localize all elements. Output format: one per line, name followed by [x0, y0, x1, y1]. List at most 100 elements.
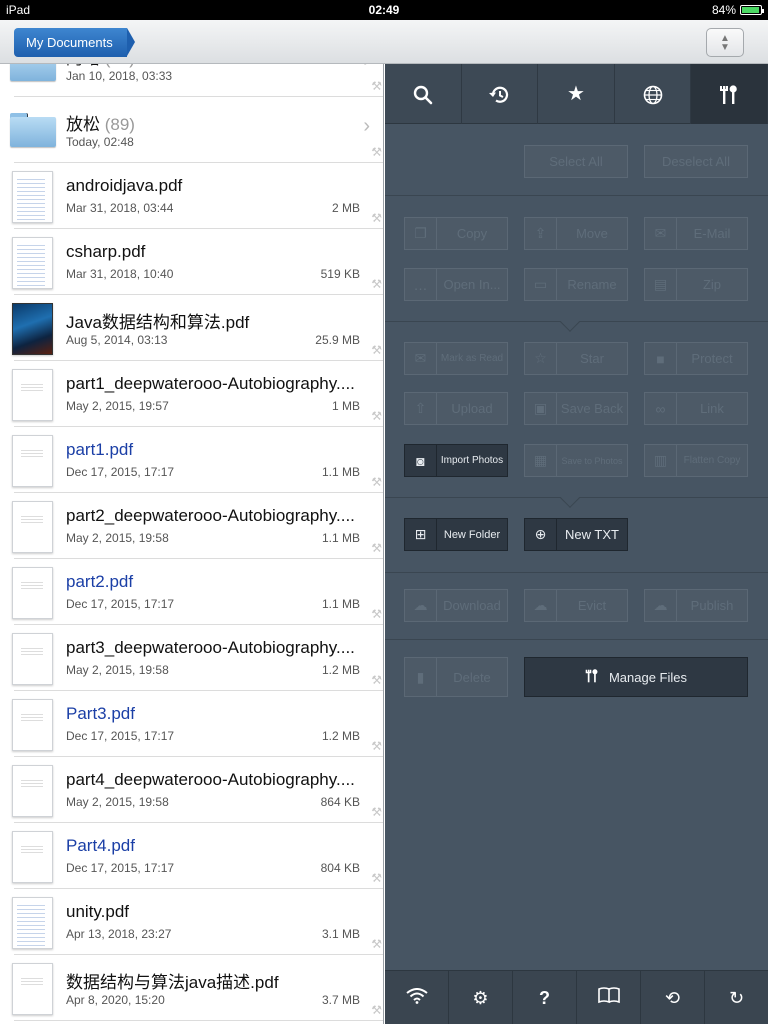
deselect-all-button[interactable]: Deselect All — [644, 145, 748, 178]
save-to-photos-button[interactable]: ▦ Save to Photos — [524, 444, 628, 477]
upload-button[interactable]: ⇧ Upload — [404, 392, 508, 425]
email-button[interactable]: ✉ E-Mail — [644, 217, 748, 250]
chevron-right-icon: › — [363, 115, 370, 137]
file-date: Dec 17, 2015, 17:17 — [66, 597, 175, 611]
tools-icon — [720, 85, 737, 104]
sort-button[interactable]: ▲ ▼ — [706, 28, 744, 57]
file-row[interactable]: csharp.pdf Mar 31, 2018, 10:40 519 KB ⚒ — [0, 229, 383, 295]
file-row[interactable]: part1.pdf Dec 17, 2015, 17:17 1.1 MB ⚒ — [0, 427, 383, 493]
copy-icon: ❐ — [405, 218, 437, 249]
row-tools-icon[interactable]: ⚒ — [371, 937, 382, 951]
file-name: 数据结构与算法java描述.pdf — [66, 968, 376, 993]
folder-count: (??) — [105, 64, 135, 68]
row-tools-icon[interactable]: ⚒ — [371, 1003, 382, 1017]
flatten-copy-button[interactable]: ▥ Flatten Copy — [644, 444, 748, 477]
link-button[interactable]: ∞ Link — [644, 392, 748, 425]
file-row[interactable]: part4_deepwaterooo-Autobiography.... May … — [0, 757, 383, 823]
file-date: Mar 31, 2018, 10:40 — [66, 267, 174, 281]
file-row[interactable]: unity.pdf Apr 13, 2018, 23:27 3.1 MB ⚒ — [0, 889, 383, 955]
file-name: Part3.pdf — [66, 704, 376, 724]
row-tools-icon[interactable]: ⚒ — [371, 607, 382, 621]
file-row[interactable]: part3_deepwaterooo-Autobiography.... May … — [0, 625, 383, 691]
file-row[interactable]: Part4.pdf Dec 17, 2015, 17:17 804 KB ⚒ — [0, 823, 383, 889]
download-button[interactable]: ☁ Download — [404, 589, 508, 622]
row-tools-icon[interactable]: ⚒ — [371, 277, 382, 291]
row-tools-icon[interactable]: ⚒ — [371, 343, 382, 357]
pdf-thumbnail — [12, 171, 53, 223]
navigation-bar: My Documents ▲ ▼ — [0, 20, 768, 64]
file-row[interactable]: part2_deepwaterooo-Autobiography.... May … — [0, 493, 383, 559]
new-folder-button[interactable]: ⊞ New Folder — [404, 518, 508, 551]
zip-button[interactable]: ▤ Zip — [644, 268, 748, 301]
library-button[interactable] — [577, 971, 641, 1024]
save-back-button[interactable]: ▣ Save Back — [524, 392, 628, 425]
mark-as-read-button[interactable]: ✉ Mark as Read — [404, 342, 508, 375]
star-button[interactable]: ☆ Star — [524, 342, 628, 375]
upload-icon: ⇧ — [405, 393, 437, 424]
row-tools-icon[interactable]: ⚒ — [371, 475, 382, 489]
tab-history[interactable] — [462, 64, 539, 124]
publish-button[interactable]: ☁ Publish — [644, 589, 748, 622]
row-tools-icon[interactable]: ⚒ — [371, 145, 382, 159]
pdf-thumbnail — [12, 369, 53, 421]
file-size: 3.7 MB — [321, 993, 360, 1007]
row-tools-icon[interactable]: ⚒ — [371, 805, 382, 819]
file-size: 3.1 MB — [321, 927, 360, 941]
folder-row[interactable]: 阿曙 (??)Jan 10, 2018, 03:33 ›⚒ — [0, 64, 383, 97]
folder-row[interactable]: 放松 (89) Today, 02:48 › ⚒ — [0, 97, 383, 163]
row-tools-icon[interactable]: ⚒ — [371, 211, 382, 225]
file-row[interactable]: part1_deepwaterooo-Autobiography.... May … — [0, 361, 383, 427]
file-date: Jan 10, 2018, 03:33 — [66, 69, 173, 83]
breadcrumb-my-documents[interactable]: My Documents — [14, 28, 135, 57]
file-date: Dec 17, 2015, 17:17 — [66, 729, 175, 743]
evict-button[interactable]: ☁ Evict — [524, 589, 628, 622]
file-name-text: 阿曙 — [66, 64, 100, 68]
tools-panel: ★ Select All Deselect All ❐ Copy ⇪ Move ✉ E… — [385, 64, 768, 1024]
help-button[interactable]: ? — [513, 971, 577, 1024]
new-file-icon: ⊕ — [525, 519, 557, 550]
file-row[interactable]: Java数据结构和算法.pdf Aug 5, 2014, 03:13 25.9 MB… — [0, 295, 383, 361]
settings-button[interactable]: ⚙ — [449, 971, 513, 1024]
open-in-button[interactable]: … Open In... — [404, 268, 508, 301]
clock: 02:49 — [368, 3, 400, 17]
row-tools-icon[interactable]: ⚒ — [371, 739, 382, 753]
select-all-button[interactable]: Select All — [524, 145, 628, 178]
rename-button[interactable]: ▭ Rename — [524, 268, 628, 301]
wifi-button[interactable] — [385, 971, 449, 1024]
file-row[interactable]: part2.pdf Dec 17, 2015, 17:17 1.1 MB ⚒ — [0, 559, 383, 625]
row-tools-icon[interactable]: ⚒ — [371, 541, 382, 555]
pdf-thumbnail — [12, 303, 53, 355]
file-list[interactable]: 阿曙 (??)Jan 10, 2018, 03:33›⚒放松 (89)Today… — [0, 64, 384, 1024]
open-envelope-icon: ✉ — [405, 343, 437, 374]
file-name-text: Java数据结构和算法.pdf — [66, 313, 250, 332]
folder-icon — [10, 64, 56, 81]
tab-tools[interactable] — [691, 64, 768, 124]
copy-button[interactable]: ❐ Copy — [404, 217, 508, 250]
manage-files-button[interactable]: Manage Files — [524, 657, 748, 697]
new-txt-button[interactable]: ⊕ New TXT — [524, 518, 628, 551]
row-tools-icon[interactable]: ⚒ — [371, 673, 382, 687]
file-date: Apr 8, 2020, 15:20 — [66, 993, 165, 1007]
tab-web[interactable] — [615, 64, 692, 124]
file-row[interactable]: 数据结构与算法java描述.pdf Apr 8, 2020, 15:20 3.7 M… — [0, 955, 383, 1021]
ellipsis-icon: … — [405, 269, 437, 300]
pdf-thumbnail — [12, 501, 53, 553]
row-tools-icon[interactable]: ⚒ — [371, 871, 382, 885]
file-row[interactable]: Part3.pdf Dec 17, 2015, 17:17 1.2 MB ⚒ — [0, 691, 383, 757]
protect-button[interactable]: ■ Protect — [644, 342, 748, 375]
file-size: 1.2 MB — [321, 663, 360, 677]
file-row[interactable]: androidjava.pdf Mar 31, 2018, 03:44 2 MB ⚒ — [0, 163, 383, 229]
refresh-button[interactable]: ↻ — [705, 971, 768, 1024]
row-tools-icon[interactable]: ⚒ — [371, 79, 382, 93]
file-size: 804 KB — [320, 861, 360, 875]
import-photos-button[interactable]: ◙ Import Photos — [404, 444, 508, 477]
tab-search[interactable] — [385, 64, 462, 124]
sync-button[interactable]: ⟲ — [641, 971, 705, 1024]
tab-favorites[interactable]: ★ — [538, 64, 615, 124]
row-tools-icon[interactable]: ⚒ — [371, 409, 382, 423]
delete-button[interactable]: ▮ Delete — [404, 657, 508, 697]
photos-icon: ▦ — [525, 445, 557, 476]
camera-icon: ◙ — [405, 445, 437, 476]
move-button[interactable]: ⇪ Move — [524, 217, 628, 250]
file-date: Apr 13, 2018, 23:27 — [66, 927, 172, 941]
